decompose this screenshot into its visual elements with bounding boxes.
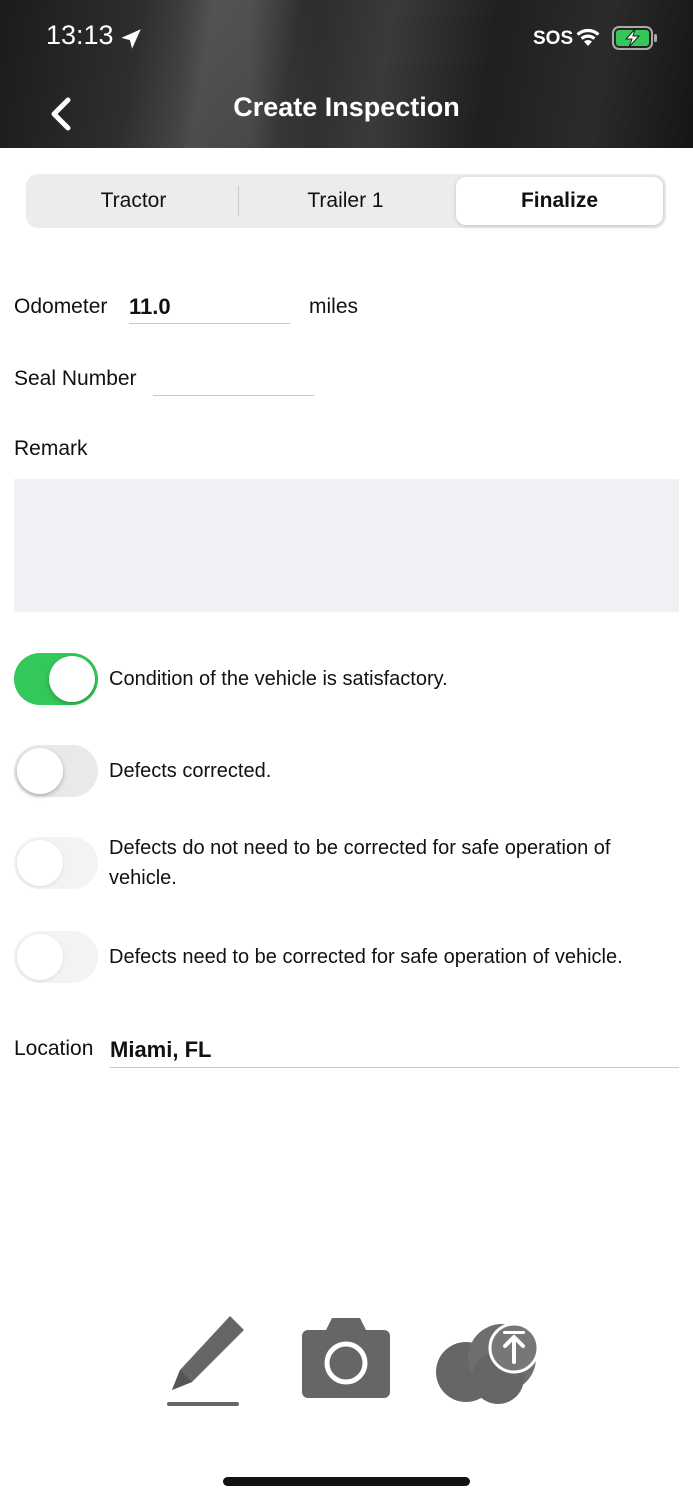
remark-textarea[interactable] — [14, 479, 679, 612]
toggle-knob — [17, 934, 63, 980]
wifi-icon — [576, 28, 600, 46]
odometer-input[interactable] — [129, 290, 290, 324]
home-indicator — [223, 1477, 470, 1486]
tab-finalize[interactable]: Finalize — [456, 177, 663, 225]
toggle-label-defects-corrected: Defects corrected. — [109, 760, 272, 782]
tab-trailer-1[interactable]: Trailer 1 — [242, 177, 449, 225]
camera-icon[interactable] — [300, 1316, 392, 1400]
seal-number-input[interactable] — [153, 362, 314, 396]
location-label: Location — [14, 1037, 94, 1060]
toggle-vehicle-satisfactory[interactable] — [14, 653, 98, 705]
toggle-knob — [17, 748, 63, 794]
inspection-tabs: Tractor Trailer 1 Finalize — [26, 174, 666, 228]
status-time: 13:13 — [46, 20, 114, 50]
toggle-defects-no-correction-needed[interactable] — [14, 837, 98, 889]
page-title: Create Inspection — [233, 92, 460, 122]
toggle-knob — [17, 840, 63, 886]
remark-label: Remark — [14, 437, 88, 460]
location-arrow-icon — [121, 29, 141, 49]
toggle-label-vehicle-satisfactory: Condition of the vehicle is satisfactory… — [109, 668, 448, 690]
battery-charging-icon — [612, 26, 657, 50]
cloud-upload-icon[interactable] — [432, 1318, 542, 1406]
toggle-defects-corrected[interactable] — [14, 745, 98, 797]
pencil-icon[interactable] — [164, 1314, 246, 1408]
navigation-header: 13:13 SOS Create Inspection — [0, 0, 693, 148]
toggle-defects-need-correction[interactable] — [14, 931, 98, 983]
toggle-label-defects-no-correction-needed: Defects do not need to be corrected for … — [109, 837, 611, 889]
tab-tractor[interactable]: Tractor — [30, 177, 237, 225]
sos-indicator: SOS — [533, 28, 574, 49]
tab-divider — [238, 186, 239, 216]
odometer-label: Odometer — [14, 295, 108, 318]
toggle-knob — [49, 656, 95, 702]
toggle-label-defects-need-correction: Defects need to be corrected for safe op… — [109, 946, 623, 968]
odometer-unit: miles — [309, 295, 359, 318]
seal-number-label: Seal Number — [14, 367, 137, 390]
location-input[interactable] — [110, 1032, 679, 1068]
